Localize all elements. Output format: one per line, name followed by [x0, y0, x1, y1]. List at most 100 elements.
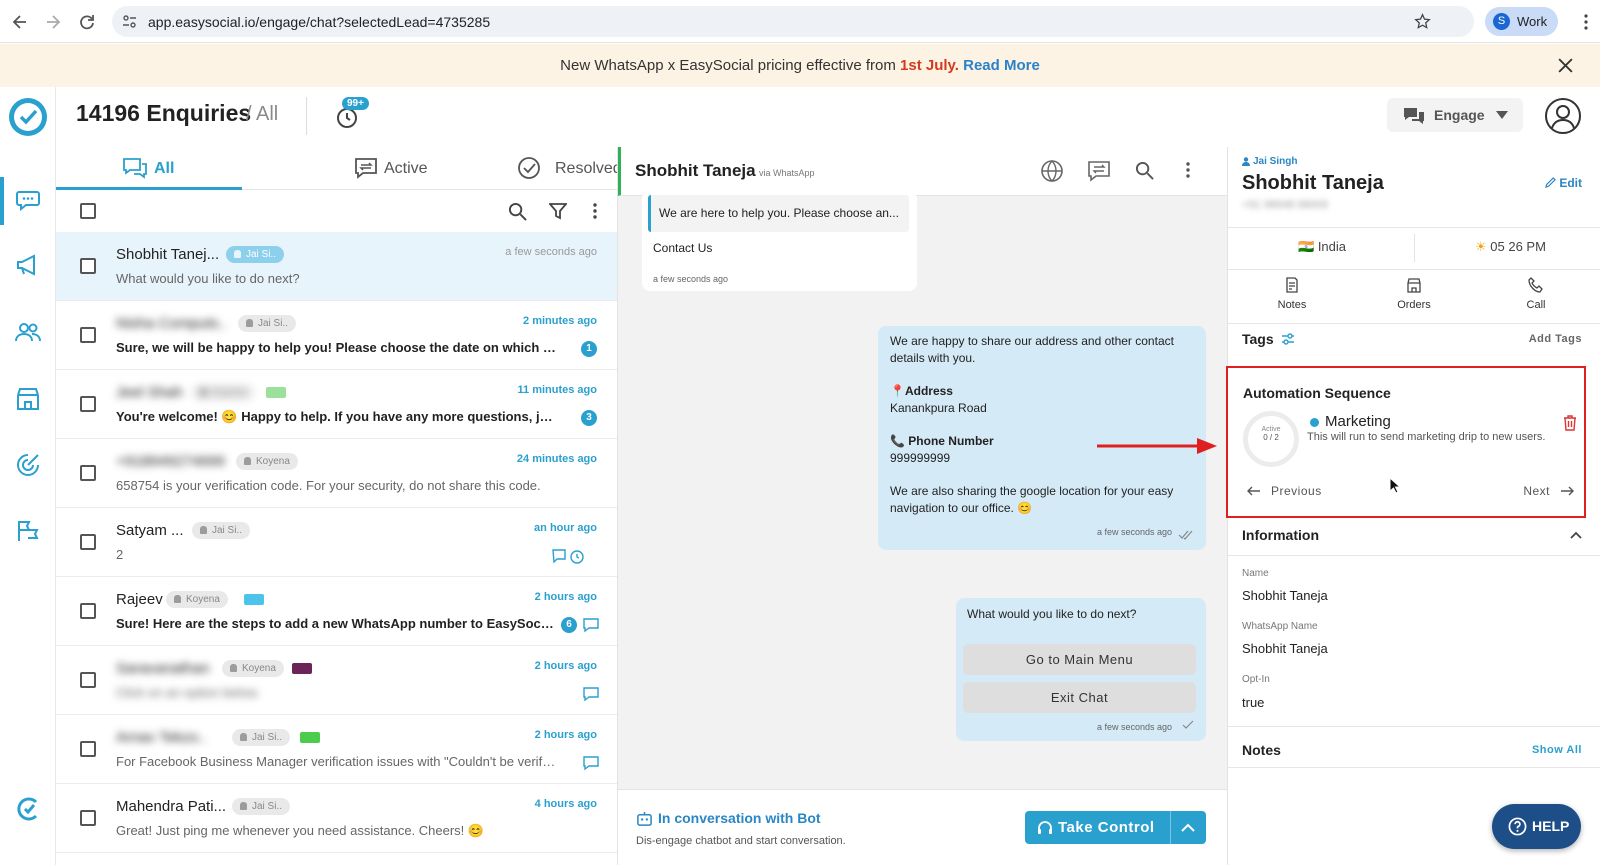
divider [1228, 323, 1600, 324]
left-nav-rail [0, 87, 56, 865]
message-timestamp: a few seconds ago [1096, 527, 1172, 537]
more-options-icon[interactable] [588, 202, 602, 220]
user-avatar-icon[interactable] [1544, 97, 1582, 135]
engage-dropdown[interactable]: Engage [1387, 98, 1523, 132]
row-checkbox[interactable] [80, 603, 96, 619]
message-text: Contact Us [653, 241, 713, 255]
call-action[interactable]: Call [1496, 277, 1576, 311]
filter-icon[interactable] [549, 202, 567, 220]
divider [1170, 811, 1171, 844]
row-checkbox[interactable] [80, 396, 96, 412]
automation-icon[interactable] [14, 451, 42, 479]
take-control-button[interactable]: Take Control [1025, 811, 1206, 844]
tab-label: Resolved [555, 160, 622, 177]
list-item[interactable]: Arnav Tekzo.. Jai Si.. 2 hours ago For F… [56, 715, 617, 784]
browser-menu-icon[interactable] [1576, 12, 1596, 32]
search-icon[interactable] [1135, 161, 1154, 180]
easysocial-c-icon[interactable] [14, 795, 42, 823]
message-preview: Great! Just ping me whenever you need as… [116, 823, 485, 838]
sequence-status: Active [1261, 426, 1281, 433]
row-checkbox[interactable] [80, 465, 96, 481]
message-timestamp: a few seconds ago [653, 274, 729, 284]
tab-all[interactable]: All [56, 147, 242, 190]
row-checkbox[interactable] [80, 258, 96, 274]
site-info-icon[interactable] [122, 14, 137, 29]
select-all-checkbox[interactable] [80, 203, 96, 219]
tags-settings-icon[interactable] [1281, 333, 1295, 345]
exit-chat-button[interactable]: Exit Chat [963, 682, 1196, 713]
check-icon [1182, 720, 1194, 729]
contact-details-panel: Jai Singh Shobhit Taneja Edit +91 98948 … [1226, 147, 1600, 865]
chat-channel: via WhatsApp [759, 168, 815, 178]
annotation-arrow-icon [1097, 438, 1217, 454]
chevron-up-icon[interactable] [1181, 823, 1195, 832]
tab-resolved[interactable]: Resolved [429, 147, 622, 190]
list-item[interactable]: Shobhit Tanej... Jai Si.. a few seconds … [56, 232, 617, 301]
back-icon[interactable] [10, 12, 30, 32]
action-label: Call [1526, 299, 1546, 311]
chat-icon [123, 158, 147, 179]
previous-button[interactable]: Previous [1247, 484, 1322, 498]
notes-title: Notes [1242, 742, 1281, 758]
notes-icon [1286, 277, 1298, 293]
more-options-icon[interactable] [1181, 161, 1195, 179]
list-item[interactable]: Mahendra Pati... Jai Si.. 4 hours ago Gr… [56, 784, 617, 853]
star-icon[interactable] [1414, 13, 1431, 30]
orders-action[interactable]: Orders [1374, 277, 1454, 311]
megaphone-icon[interactable] [14, 251, 42, 279]
globe-icon[interactable] [1040, 159, 1064, 183]
reload-icon[interactable] [77, 12, 97, 32]
headset-icon [1038, 821, 1052, 834]
sequence-progress-ring: Active 0 / 2 [1243, 411, 1299, 467]
bot-status-subtitle: Dis-engage chatbot and start conversatio… [636, 835, 846, 847]
main-menu-button[interactable]: Go to Main Menu [963, 644, 1196, 675]
agent-chip: Koyena [236, 453, 298, 470]
show-all-notes-button[interactable]: Show All [1532, 744, 1582, 756]
flow-icon[interactable] [14, 517, 42, 545]
action-label: Notes [1277, 299, 1307, 311]
transfer-chat-icon[interactable] [1087, 159, 1111, 183]
address-bar[interactable]: app.easysocial.io/engage/chat?selectedLe… [112, 6, 1474, 37]
contact-name: Arnav Tekzo.. [116, 729, 207, 746]
list-item[interactable]: Satyam ... Jai Si.. an hour ago 2 [56, 508, 617, 577]
chevron-up-icon[interactable] [1570, 531, 1582, 539]
app-logo-icon[interactable] [7, 96, 49, 138]
store-icon[interactable] [14, 385, 42, 413]
banner-read-more-link[interactable]: Read More [963, 57, 1040, 74]
row-checkbox[interactable] [80, 672, 96, 688]
forward-icon[interactable] [43, 12, 63, 32]
list-item[interactable]: Nisha Computs.. Jai Si.. 2 minutes ago S… [56, 301, 617, 370]
contact-name: Mahendra Pati... [116, 798, 227, 815]
close-icon[interactable] [1557, 57, 1574, 74]
help-button[interactable]: HELP [1492, 804, 1581, 849]
profile-button[interactable]: S Work [1485, 7, 1558, 36]
row-checkbox[interactable] [80, 534, 96, 550]
chat-icon[interactable] [14, 186, 42, 214]
divider [1228, 726, 1600, 727]
contacts-icon[interactable] [14, 318, 42, 346]
search-icon[interactable] [508, 202, 527, 221]
trash-icon[interactable] [1563, 415, 1577, 431]
list-item[interactable]: Saravanathan Koyena 2 hours ago Click on… [56, 646, 617, 715]
notes-action[interactable]: Notes [1252, 277, 1332, 311]
edit-contact-button[interactable]: Edit [1545, 176, 1582, 190]
row-checkbox[interactable] [80, 327, 96, 343]
message-text: We are also sharing the google location … [890, 484, 1174, 515]
contact-local-time: ☀ 05 26 PM [1475, 239, 1546, 255]
engage-label: Engage [1434, 107, 1485, 123]
message-preview: Sure, we will be happy to help you! Plea… [116, 340, 556, 355]
add-tags-button[interactable]: Add Tags [1529, 333, 1582, 345]
tab-active[interactable]: Active [242, 147, 429, 190]
list-item[interactable]: +918949274699 Koyena 24 minutes ago 6587… [56, 439, 617, 508]
message-timestamp: a few seconds ago [1096, 722, 1172, 732]
list-item[interactable]: Rajeev Koyena 2 hours ago Sure! Here are… [56, 577, 617, 646]
row-checkbox[interactable] [80, 810, 96, 826]
list-item[interactable]: Jeel Shah Koyena 11 minutes ago You're w… [56, 370, 617, 439]
next-button[interactable]: Next [1523, 484, 1574, 498]
chat-contact-name: Shobhit Taneja [635, 161, 756, 180]
message-preview: 2 [116, 547, 124, 562]
quoted-text: We are here to help you. Please choose a… [659, 206, 899, 220]
row-checkbox[interactable] [80, 741, 96, 757]
address-label: 📍Address [890, 384, 953, 398]
timestamp: 2 hours ago [534, 660, 597, 672]
